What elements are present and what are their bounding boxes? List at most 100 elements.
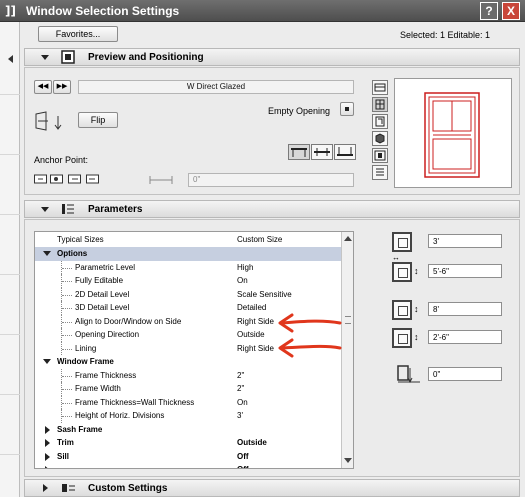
- list-view-icon[interactable]: [372, 165, 388, 180]
- interior-elevation-view-icon[interactable]: [372, 148, 388, 163]
- preview-section-header[interactable]: Preview and Positioning: [24, 48, 520, 66]
- scroll-grip-icon[interactable]: [345, 316, 351, 324]
- tree-row[interactable]: Sill Off: [35, 450, 341, 464]
- tree-connector: [62, 281, 72, 282]
- expand-triangle-icon[interactable]: [45, 452, 50, 461]
- parameter-value[interactable]: On: [237, 396, 248, 410]
- sill-height-field[interactable]: [428, 330, 502, 344]
- parameter-value[interactable]: On: [237, 274, 248, 288]
- parameter-value[interactable]: Outside: [237, 436, 267, 450]
- title-bar[interactable]: ]] Window Selection Settings ? X: [0, 0, 525, 22]
- parameter-label: Parametric Level: [75, 262, 136, 272]
- sill-offset-field[interactable]: [428, 367, 502, 381]
- previous-object-button[interactable]: ◀◀: [34, 80, 52, 94]
- parameter-value[interactable]: 3': [237, 409, 243, 423]
- scroll-up-arrow-icon[interactable]: [344, 236, 352, 241]
- typical-sizes-value[interactable]: Custom Size: [237, 233, 282, 247]
- background-palette-strip: [0, 22, 20, 497]
- tree-row[interactable]: Parametric Level High: [35, 260, 341, 275]
- width-field[interactable]: [428, 234, 502, 248]
- offset-icon: [148, 174, 178, 186]
- parameter-label: 3D Detail Level: [75, 303, 130, 312]
- parameter-value[interactable]: Right Side: [237, 315, 274, 329]
- expand-triangle-icon[interactable]: [45, 466, 50, 468]
- elevation-view-icon[interactable]: [372, 97, 388, 112]
- tree-row[interactable]: Frame Thickness=Wall Thickness On: [35, 395, 341, 410]
- custom-settings-section-header[interactable]: Custom Settings: [24, 479, 520, 497]
- tree-connector: [62, 348, 72, 350]
- flip-button[interactable]: Flip: [78, 112, 118, 128]
- wall-position-center-button[interactable]: [311, 144, 333, 160]
- tree-connector: [62, 416, 72, 417]
- divider: [0, 394, 20, 395]
- expand-triangle-icon[interactable]: [45, 439, 50, 447]
- close-button[interactable]: X: [502, 2, 520, 20]
- tree-row[interactable]: Off: [35, 463, 341, 468]
- dialog-title: Window Selection Settings: [26, 4, 180, 18]
- wall-position-right-button[interactable]: [334, 144, 356, 160]
- floor-plan-view-icon[interactable]: [372, 80, 388, 95]
- parameter-value[interactable]: High: [237, 261, 253, 275]
- parameters-section-header[interactable]: Parameters: [24, 200, 520, 218]
- parameter-value[interactable]: Scale Sensitive: [237, 288, 292, 302]
- tree-row[interactable]: Frame Thickness 2": [35, 368, 341, 383]
- window-preview: [394, 78, 512, 188]
- collapse-triangle-icon[interactable]: [41, 207, 49, 212]
- anchor-point-selector[interactable]: [34, 172, 100, 186]
- vertical-scrollbar[interactable]: [341, 232, 353, 468]
- height-field[interactable]: [428, 264, 502, 278]
- collapse-triangle-icon[interactable]: [43, 359, 51, 364]
- parameter-label: Window Frame: [57, 357, 114, 366]
- height-dimension-icon: [392, 262, 412, 282]
- collapse-arrow-icon[interactable]: [8, 55, 13, 63]
- parameter-value[interactable]: Outside: [237, 328, 265, 342]
- sill-width-field[interactable]: [428, 302, 502, 316]
- section-view-icon[interactable]: [372, 114, 388, 129]
- tree-row[interactable]: 2D Detail Level Scale Sensitive: [35, 287, 341, 302]
- divider: [0, 454, 20, 455]
- scroll-down-arrow-icon[interactable]: [344, 458, 352, 463]
- parameter-label: Sash Frame: [57, 424, 103, 434]
- section-title: Parameters: [88, 204, 143, 215]
- tree-connector: [62, 375, 72, 377]
- parameter-value[interactable]: Off: [237, 450, 249, 464]
- parameter-label: Lining: [75, 343, 97, 353]
- expand-triangle-icon[interactable]: [43, 484, 48, 492]
- tree-row[interactable]: Height of Horiz. Divisions 3': [35, 409, 341, 423]
- 3d-view-icon[interactable]: [372, 131, 388, 146]
- flip-direction-icon: [34, 110, 64, 132]
- tree-row[interactable]: Sash Frame: [35, 423, 341, 437]
- sill-height-arrow-icon: ↕: [414, 332, 419, 342]
- parameter-value[interactable]: 2": [237, 369, 244, 383]
- divider: [0, 94, 20, 95]
- next-object-button[interactable]: ▶▶: [53, 80, 71, 94]
- tree-row[interactable]: Frame Width 2": [35, 382, 341, 396]
- empty-opening-label: Empty Opening: [268, 106, 331, 116]
- expand-triangle-icon[interactable]: [45, 425, 50, 434]
- sill-width-icon: [392, 300, 412, 320]
- tree-row[interactable]: Fully Editable On: [35, 274, 341, 288]
- favorites-button[interactable]: Favorites...: [38, 26, 118, 42]
- parameter-value[interactable]: Right Side: [237, 342, 274, 356]
- tree-row[interactable]: Options: [35, 247, 341, 261]
- width-arrow-icon: ↔: [392, 253, 400, 262]
- help-button[interactable]: ?: [480, 2, 498, 20]
- parameter-label: Height of Horiz. Divisions: [75, 411, 165, 420]
- tree-header-row[interactable]: Typical Sizes Custom Size: [35, 233, 341, 247]
- parameter-value[interactable]: Off: [237, 463, 249, 468]
- window-object-icon: [61, 50, 76, 64]
- parameter-value[interactable]: 2": [237, 382, 244, 396]
- dot-icon: [345, 107, 349, 111]
- parameter-value[interactable]: Detailed: [237, 301, 266, 315]
- annotation-arrow-icon: [278, 313, 342, 333]
- parameter-label: Trim: [57, 438, 74, 447]
- collapse-triangle-icon[interactable]: [41, 55, 49, 60]
- object-name-field[interactable]: W Direct Glazed: [78, 80, 354, 94]
- divider: [0, 214, 20, 215]
- collapse-triangle-icon[interactable]: [43, 251, 51, 256]
- parameter-label: Options: [57, 249, 88, 258]
- tree-row[interactable]: Trim Outside: [35, 436, 341, 450]
- empty-opening-toggle[interactable]: [340, 102, 354, 116]
- wall-position-left-button[interactable]: [288, 144, 310, 160]
- offset-field[interactable]: 0": [188, 173, 354, 187]
